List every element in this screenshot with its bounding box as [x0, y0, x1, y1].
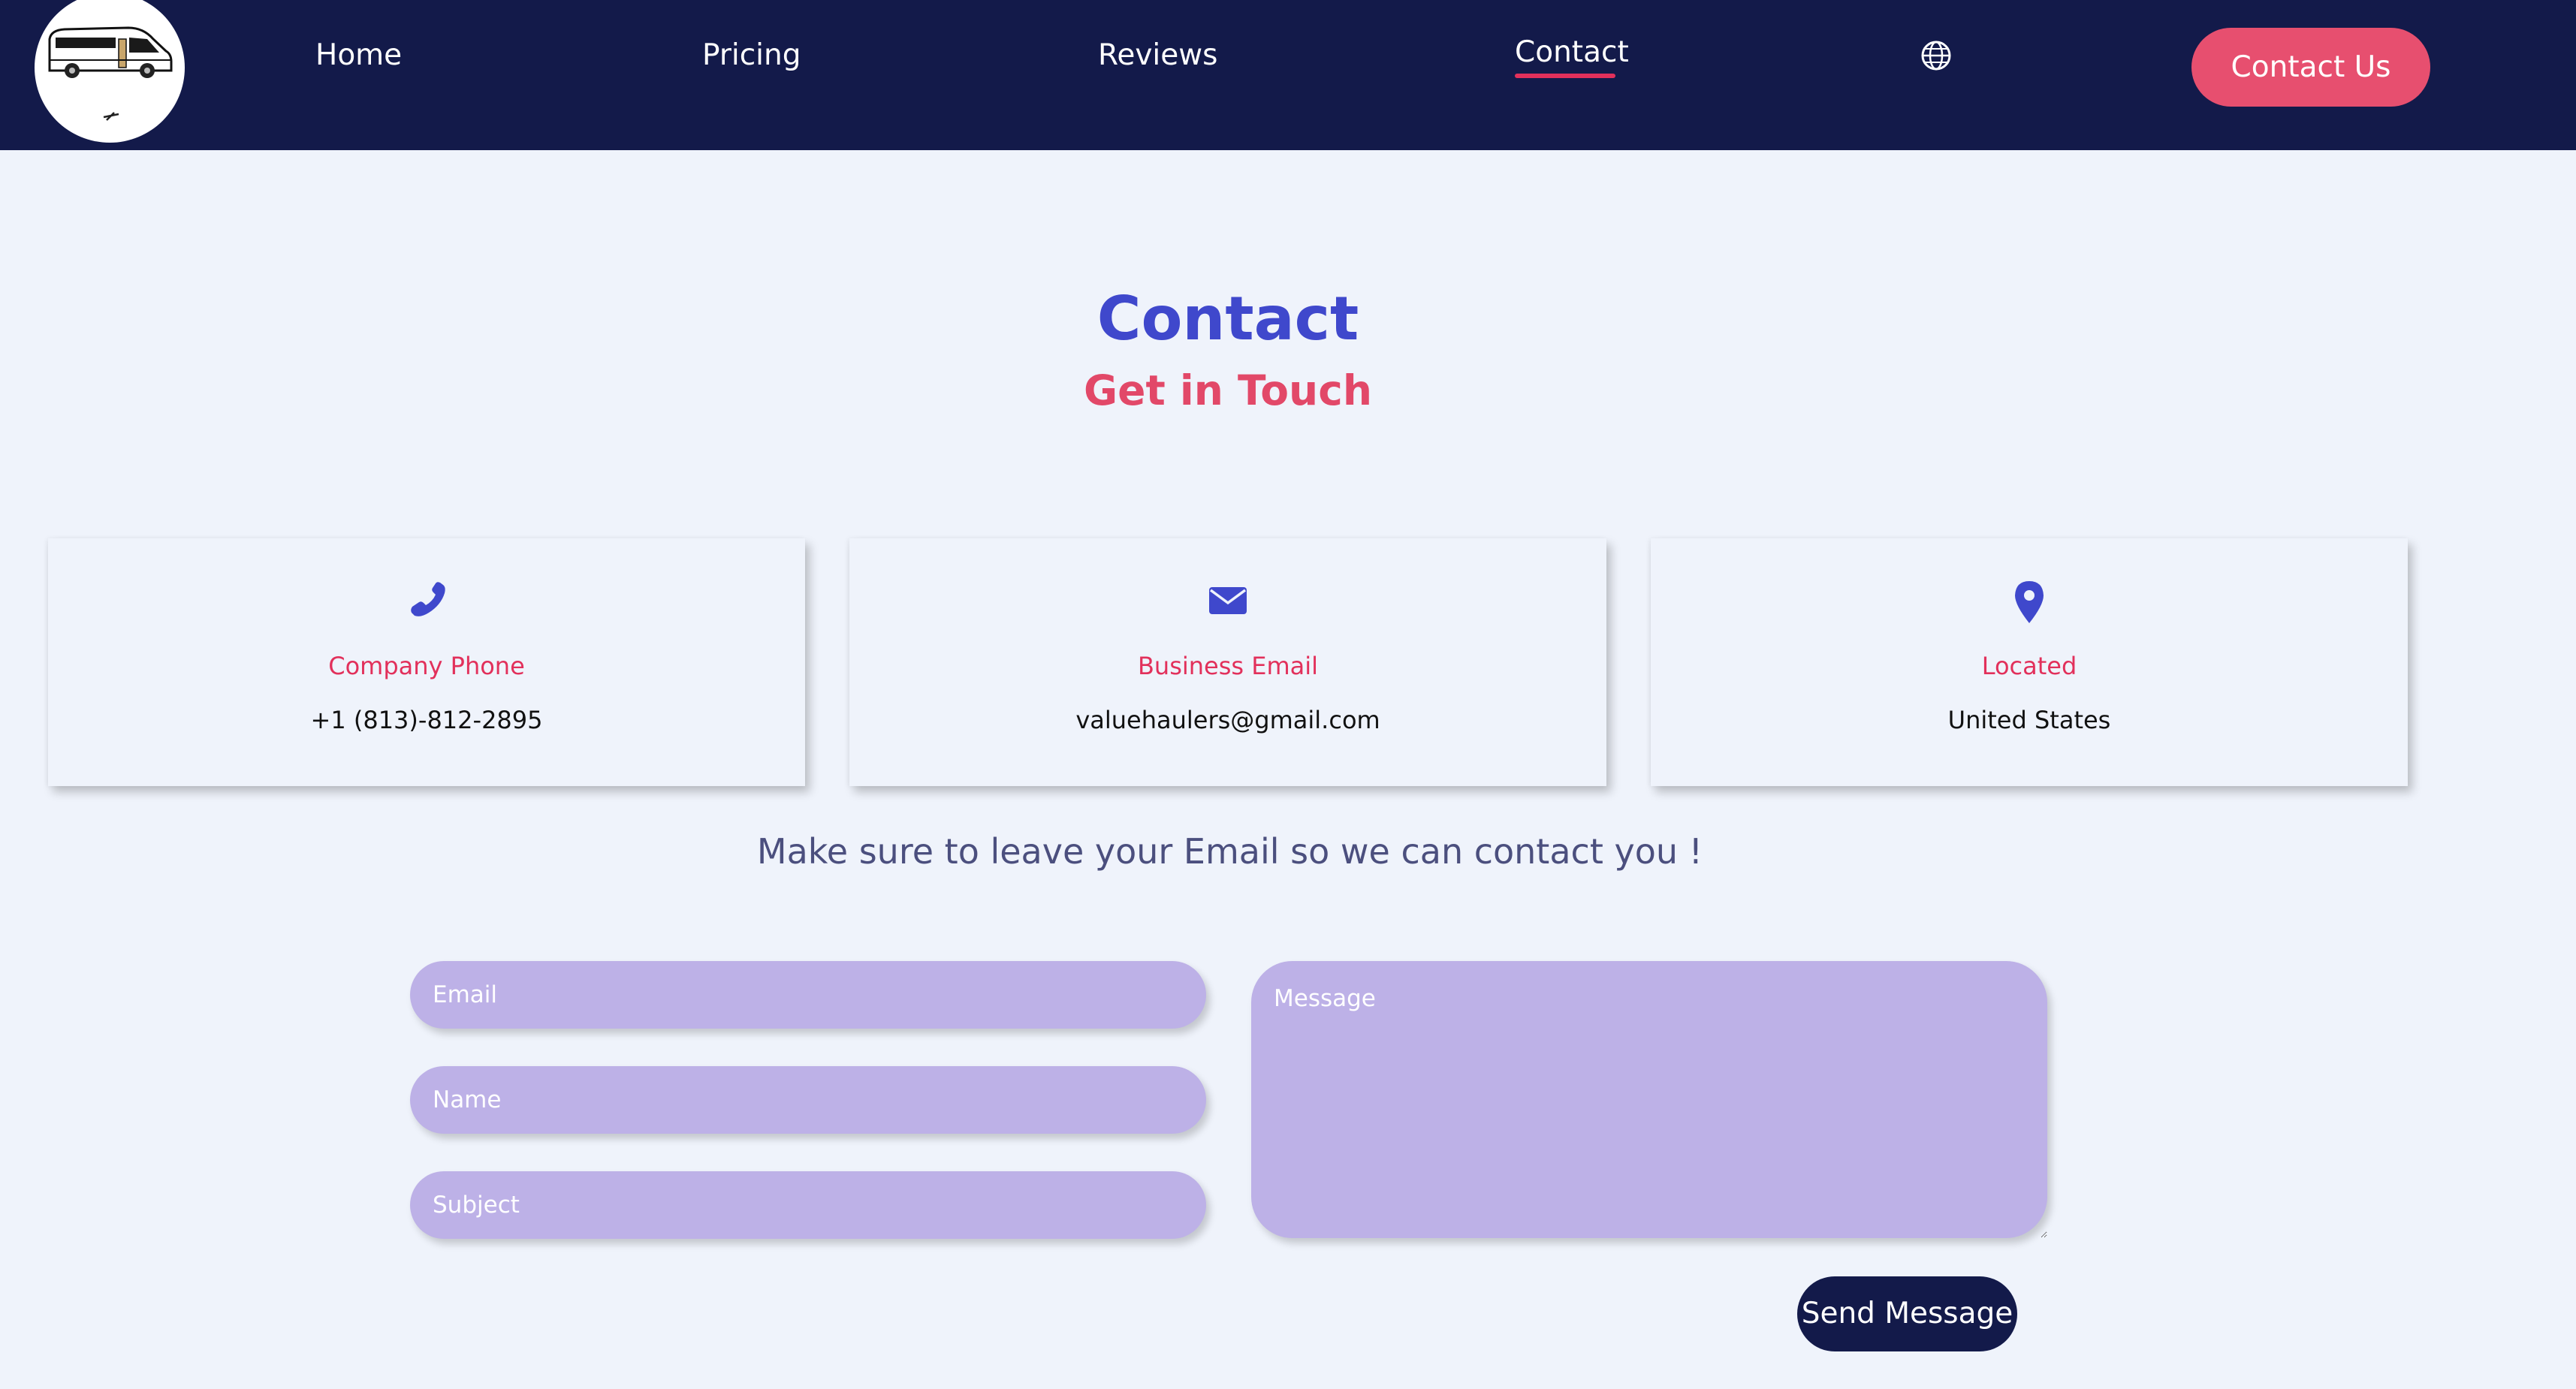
nav-link-pricing[interactable]: Pricing: [702, 33, 801, 78]
page-title: Contact: [1096, 284, 1359, 354]
contact-us-button[interactable]: Contact Us: [2191, 28, 2430, 107]
phone-icon: [48, 580, 805, 628]
active-nav-indicator: [1515, 74, 1615, 78]
envelope-icon: [849, 580, 1606, 628]
van-logo-icon: [48, 26, 173, 121]
location-card: Located United States: [1651, 538, 2408, 786]
card-label: Company Phone: [328, 652, 525, 680]
globe-icon[interactable]: [1920, 39, 1953, 72]
name-field[interactable]: [410, 1066, 1206, 1134]
nav-link-contact[interactable]: Contact: [1515, 30, 1629, 75]
phone-number: +1 (813)-812-2895: [310, 706, 543, 734]
email-card: Business Email valuehaulers@gmail.com: [849, 538, 1606, 786]
message-field[interactable]: [1251, 961, 2047, 1238]
send-message-button[interactable]: Send Message: [1797, 1276, 2017, 1351]
nav-link-home[interactable]: Home: [315, 33, 402, 78]
location-value: United States: [1947, 706, 2111, 734]
nav-link-reviews[interactable]: Reviews: [1098, 33, 1217, 78]
form-note: Make sure to leave your Email so we can …: [756, 831, 1703, 872]
email-address: valuehaulers@gmail.com: [1075, 706, 1380, 734]
navbar: Home Pricing Reviews Contact Contact Us: [0, 0, 2576, 150]
phone-card: Company Phone +1 (813)-812-2895: [48, 538, 805, 786]
page-subtitle: Get in Touch: [1084, 366, 1372, 414]
subject-field[interactable]: [410, 1171, 1206, 1239]
logo[interactable]: [35, 0, 185, 143]
card-label: Business Email: [1137, 652, 1319, 680]
map-pin-icon: [1651, 580, 2408, 628]
email-field[interactable]: [410, 961, 1206, 1029]
card-label: Located: [1981, 652, 2077, 680]
